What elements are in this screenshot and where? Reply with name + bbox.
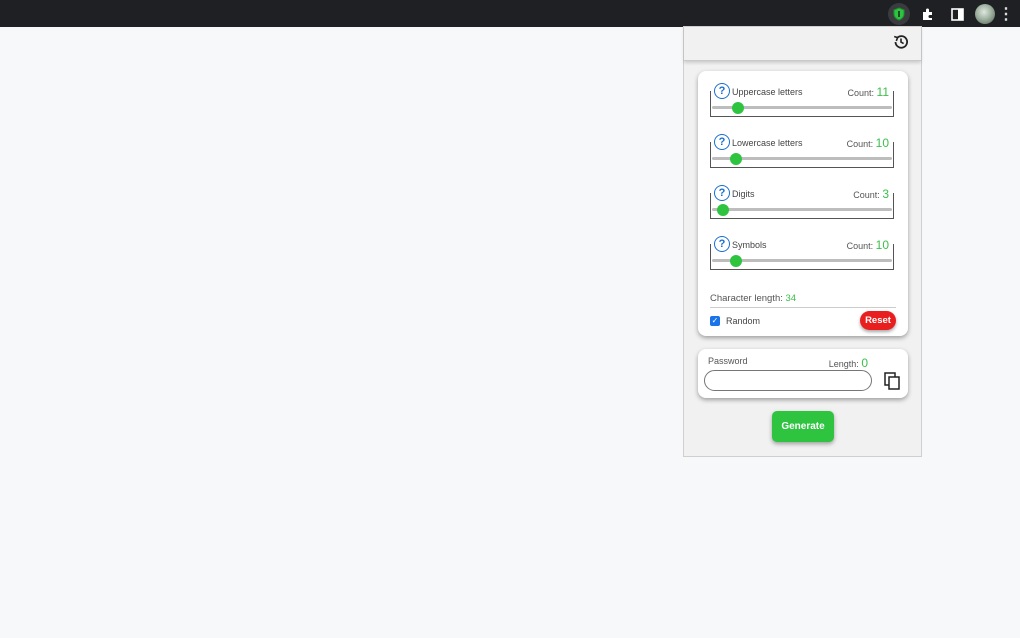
slider-thumb[interactable]: [731, 102, 744, 114]
random-option[interactable]: ✓ Random: [710, 316, 760, 326]
generate-button[interactable]: Generate: [772, 411, 834, 442]
symbols-option: ? Symbols Count: 10: [710, 236, 894, 270]
option-count: Count: 3: [852, 187, 890, 201]
slider-thumb[interactable]: [730, 153, 742, 165]
random-checkbox[interactable]: ✓: [710, 316, 720, 326]
browser-toolbar: ⋮: [0, 0, 1020, 27]
lowercase-option: ? Lowercase letters Count: 10: [710, 134, 894, 168]
password-length: Length: 0: [828, 356, 868, 370]
character-length: Character length: 34: [710, 293, 896, 308]
reset-button[interactable]: Reset: [860, 311, 896, 330]
option-label: Lowercase letters: [732, 138, 805, 148]
popup-header: [684, 27, 921, 61]
kebab-menu-icon[interactable]: ⋮: [998, 3, 1014, 25]
side-panel-icon[interactable]: [946, 3, 968, 25]
password-field[interactable]: [704, 370, 872, 391]
shield-extension-icon[interactable]: [888, 3, 910, 25]
option-label: Symbols: [732, 240, 769, 250]
password-output-card: Password Length: 0: [698, 349, 908, 398]
option-label: Digits: [732, 189, 757, 199]
copy-icon[interactable]: [884, 372, 900, 390]
option-count: Count: 10: [845, 238, 890, 252]
count-value: 11: [876, 85, 889, 99]
count-value: 10: [875, 238, 889, 252]
puzzle-extensions-icon[interactable]: [917, 3, 939, 25]
help-icon[interactable]: ?: [714, 83, 730, 99]
count-value: 3: [882, 187, 889, 201]
length-value: 0: [861, 356, 868, 370]
password-generator-popup: ? Uppercase letters Count: 11 ? Lowercas…: [683, 26, 922, 457]
profile-avatar-icon[interactable]: [975, 4, 995, 24]
help-icon[interactable]: ?: [714, 134, 730, 150]
uppercase-option: ? Uppercase letters Count: 11: [710, 83, 894, 117]
option-label: Uppercase letters: [732, 87, 805, 97]
slider-thumb[interactable]: [730, 255, 742, 267]
count-value: 10: [875, 136, 889, 150]
history-icon[interactable]: [892, 33, 910, 51]
option-count: Count: 10: [845, 136, 890, 150]
character-length-value: 34: [785, 293, 797, 304]
help-icon[interactable]: ?: [714, 236, 730, 252]
password-label: Password: [708, 356, 748, 366]
option-count: Count: 11: [846, 85, 890, 99]
help-icon[interactable]: ?: [714, 185, 730, 201]
slider-track[interactable]: [712, 208, 892, 211]
character-settings-card: ? Uppercase letters Count: 11 ? Lowercas…: [698, 71, 908, 336]
digits-option: ? Digits Count: 3: [710, 185, 894, 219]
extension-toolbar: ⋮: [888, 3, 1014, 25]
random-label: Random: [726, 316, 761, 326]
